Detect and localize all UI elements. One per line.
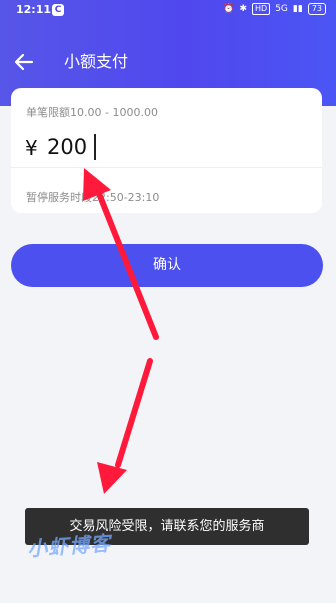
service-hours-note: 暂停服务时段22:50-23:10 bbox=[26, 191, 160, 204]
arrow-left-icon bbox=[14, 53, 34, 71]
divider bbox=[11, 167, 322, 168]
bluetooth-icon: ✱ bbox=[239, 4, 248, 14]
payment-screen: 12:11 C ⏰ ✱ HD 5G ▮▮ 73 小额支付 单笔限额10.00 -… bbox=[0, 0, 336, 603]
arrow-down-annotation bbox=[97, 358, 153, 494]
currency-symbol: ¥ bbox=[25, 136, 38, 160]
page-title: 小额支付 bbox=[64, 52, 129, 71]
notification-app-icon: C bbox=[52, 4, 64, 16]
confirm-button[interactable]: 确认 bbox=[11, 244, 323, 287]
network-icon: 5G bbox=[275, 4, 288, 14]
signal-icon: ▮▮ bbox=[292, 4, 303, 14]
status-icons: ⏰ ✱ HD 5G ▮▮ 73 bbox=[223, 3, 326, 15]
watermark: 小虾博客 bbox=[26, 531, 112, 561]
text-cursor bbox=[94, 134, 96, 160]
status-bar: 12:11 C ⏰ ✱ HD 5G ▮▮ 73 bbox=[0, 0, 336, 22]
alarm-icon: ⏰ bbox=[223, 4, 235, 14]
amount-input[interactable]: ¥ 200 bbox=[25, 132, 315, 166]
back-button[interactable] bbox=[12, 50, 36, 74]
hd-icon: HD bbox=[252, 3, 271, 15]
amount-card: 单笔限额10.00 - 1000.00 ¥ 200 暂停服务时段22:50-23… bbox=[11, 88, 322, 213]
nav-bar: 小额支付 bbox=[0, 44, 336, 80]
amount-value: 200 bbox=[47, 135, 88, 159]
battery-icon: 73 bbox=[307, 3, 326, 15]
status-time: 12:11 bbox=[16, 3, 52, 16]
limit-label: 单笔限额10.00 - 1000.00 bbox=[26, 106, 158, 119]
